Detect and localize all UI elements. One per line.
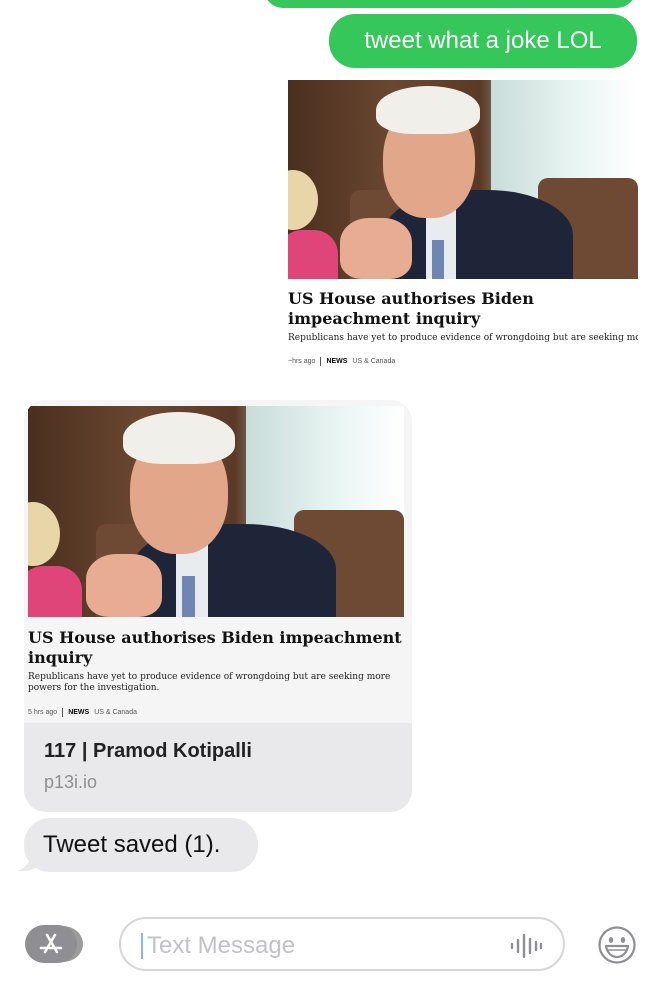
article-category: NEWS: [68, 709, 90, 716]
compose-bar: Text Message: [0, 905, 658, 988]
received-link-bubble[interactable]: US House authorises Biden impeachment in…: [24, 400, 412, 812]
article-time: 5 hrs ago: [28, 709, 58, 716]
text-caret: [141, 933, 143, 959]
article-photo-received: [28, 406, 404, 617]
emoji-icon[interactable]: [597, 925, 637, 965]
article-description: Republicans have yet to produce evidence…: [28, 672, 391, 693]
article-meta: ~hrs ago NEWS US & Canada: [288, 357, 638, 366]
article-category: NEWS: [326, 358, 348, 365]
received-message-bubble[interactable]: Tweet saved (1).: [24, 818, 258, 872]
apps-button[interactable]: [25, 925, 83, 963]
article-card-received: US House authorises Biden impeachment in…: [28, 628, 408, 717]
meta-divider: [320, 357, 322, 366]
microphone-waveform-icon[interactable]: [509, 933, 543, 959]
bubble-tail: [17, 852, 39, 872]
article-photo-sent[interactable]: [288, 80, 638, 279]
article-section: US & Canada: [94, 709, 137, 716]
message-input[interactable]: Text Message: [119, 917, 565, 971]
previous-message-bubble[interactable]: [264, 0, 636, 8]
link-title: 117 | Pramod Kotipalli: [44, 740, 252, 762]
message-placeholder: Text Message: [147, 932, 296, 959]
article-card-sent[interactable]: US House authorises Biden impeachment in…: [288, 289, 638, 366]
meta-divider: [62, 708, 64, 717]
article-headline: US House authorises Biden impeachment in…: [28, 628, 402, 667]
article-description: Republicans have yet to produce evidence…: [288, 333, 638, 343]
article-section: US & Canada: [352, 358, 396, 365]
article-time: ~hrs ago: [288, 358, 316, 365]
app-store-icon: [39, 933, 63, 954]
link-domain: p13i.io: [44, 772, 98, 792]
article-meta: 5 hrs ago NEWS US & Canada: [28, 708, 408, 717]
article-headline: US House authorises Biden impeachment in…: [288, 289, 534, 328]
sent-message-bubble[interactable]: tweet what a joke LOL: [329, 14, 637, 68]
